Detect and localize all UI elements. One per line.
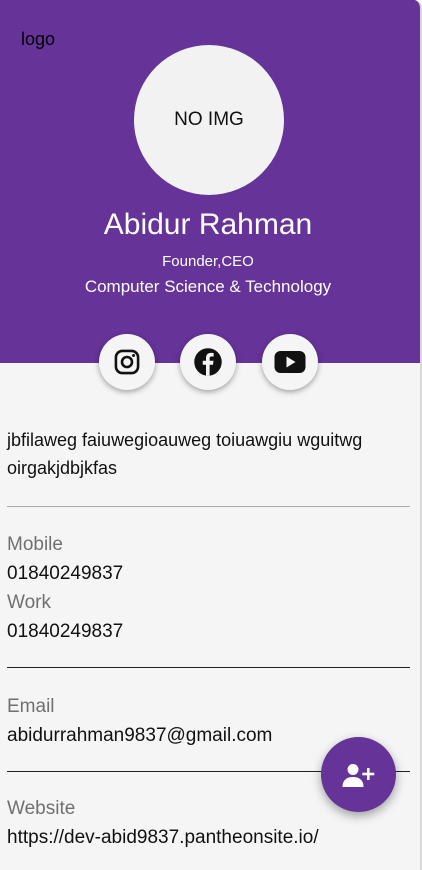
divider (7, 667, 410, 668)
profile-role: Founder,CEO (162, 253, 254, 270)
avatar: NO IMG (134, 45, 284, 195)
mobile-number[interactable]: 01840249837 (7, 563, 123, 585)
facebook-button[interactable] (180, 334, 236, 390)
logo[interactable]: logo (21, 29, 55, 50)
work-label: Work (7, 592, 51, 613)
profile-card: logo NO IMG Abidur Rahman Founder,CEO Co… (0, 0, 422, 870)
website-link[interactable]: https://dev-abid9837.pantheonsite.io/ (7, 827, 319, 849)
website-label: Website (7, 798, 76, 819)
profile-department: Computer Science & Technology (84, 277, 332, 296)
instagram-button[interactable] (99, 334, 155, 390)
youtube-icon (274, 351, 306, 373)
email-address[interactable]: abidurrahman9837@gmail.com (7, 725, 272, 747)
add-contact-button[interactable] (321, 737, 396, 812)
bio-text: jbfilaweg faiuwegioauweg toiuawgiu wguit… (7, 430, 363, 478)
instagram-icon (114, 349, 140, 375)
mobile-label: Mobile (7, 534, 63, 555)
profile-name: Abidur Rahman (103, 208, 313, 241)
youtube-button[interactable] (262, 334, 318, 390)
add-contact-icon (342, 763, 374, 787)
email-label: Email (7, 696, 55, 717)
profile-header: logo NO IMG Abidur Rahman Founder,CEO Co… (0, 0, 420, 363)
work-number[interactable]: 01840249837 (7, 621, 123, 643)
divider (7, 506, 410, 507)
facebook-icon (194, 348, 222, 376)
